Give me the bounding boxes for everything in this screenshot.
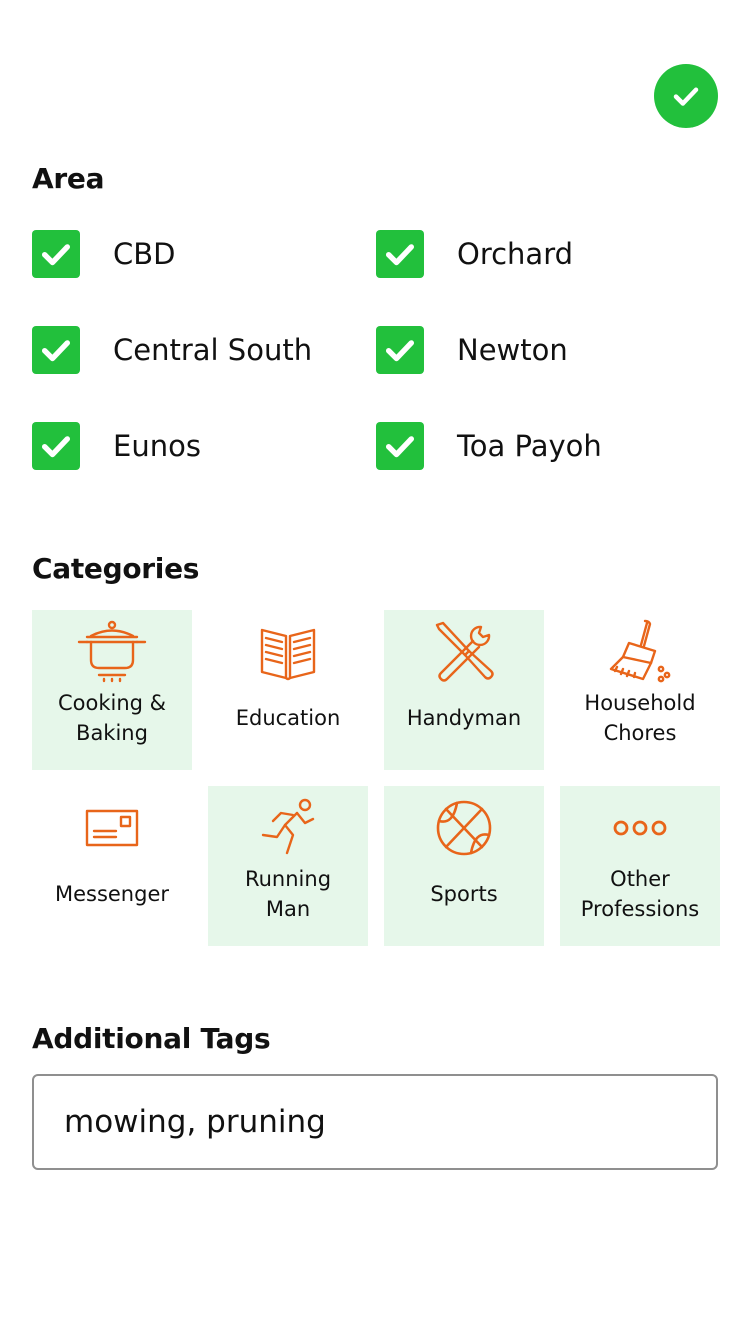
area-option-label: Toa Payoh <box>457 429 602 463</box>
category-label: Household <box>584 691 696 715</box>
category-label: Other <box>610 867 670 891</box>
category-label: Sports <box>430 882 498 906</box>
book-icon <box>252 616 324 688</box>
checkbox[interactable] <box>32 326 80 374</box>
area-title: Area <box>32 162 105 195</box>
category-label: Education <box>235 706 341 730</box>
tools-icon <box>428 616 500 688</box>
category-household-chores[interactable]: Household Chores <box>560 610 720 770</box>
category-label: Baking <box>76 721 148 745</box>
check-icon <box>385 340 415 362</box>
area-option-toa-payoh[interactable]: Toa Payoh <box>376 422 602 470</box>
area-option-central-south[interactable]: Central South <box>32 326 312 374</box>
categories-title: Categories <box>32 552 200 585</box>
area-option-label: Orchard <box>457 237 574 271</box>
more-dots-icon <box>604 792 676 864</box>
check-icon <box>385 244 415 266</box>
checkbox[interactable] <box>376 326 424 374</box>
check-icon <box>673 87 699 106</box>
category-education[interactable]: Education <box>208 610 368 770</box>
checkbox[interactable] <box>376 422 424 470</box>
additional-tags-input[interactable] <box>32 1074 718 1170</box>
additional-tags-title: Additional Tags <box>32 1022 271 1055</box>
area-option-cbd[interactable]: CBD <box>32 230 175 278</box>
category-label: Professions <box>580 897 700 921</box>
category-label: Running <box>244 867 332 891</box>
category-label: Chores <box>603 721 677 745</box>
confirm-button[interactable] <box>654 64 718 128</box>
category-label: Cooking & <box>57 691 167 715</box>
area-option-label: CBD <box>113 237 176 271</box>
category-running-man[interactable]: Running Man <box>208 786 368 946</box>
category-sports[interactable]: Sports <box>384 786 544 946</box>
category-label: Handyman <box>406 706 522 730</box>
basketball-icon <box>428 792 500 864</box>
checkbox[interactable] <box>32 422 80 470</box>
category-label: Messenger <box>54 882 170 906</box>
check-icon <box>41 340 71 362</box>
checkbox[interactable] <box>376 230 424 278</box>
area-option-label: Newton <box>457 333 568 367</box>
category-messenger[interactable]: Messenger <box>32 786 192 946</box>
category-cooking-baking[interactable]: Cooking & Baking <box>32 610 192 770</box>
area-option-label: Eunos <box>113 429 201 463</box>
check-icon <box>385 436 415 458</box>
checkbox[interactable] <box>32 230 80 278</box>
category-handyman[interactable]: Handyman <box>384 610 544 770</box>
area-option-label: Central South <box>113 333 313 367</box>
area-option-eunos[interactable]: Eunos <box>32 422 201 470</box>
broom-icon <box>604 616 676 688</box>
envelope-icon <box>76 792 148 864</box>
check-icon <box>41 244 71 266</box>
category-other-professions[interactable]: Other Professions <box>560 786 720 946</box>
check-icon <box>41 436 71 458</box>
area-option-newton[interactable]: Newton <box>376 326 568 374</box>
category-label: Man <box>265 897 311 921</box>
running-man-icon <box>252 792 324 864</box>
area-option-orchard[interactable]: Orchard <box>376 230 573 278</box>
cooking-pot-icon <box>76 616 148 688</box>
